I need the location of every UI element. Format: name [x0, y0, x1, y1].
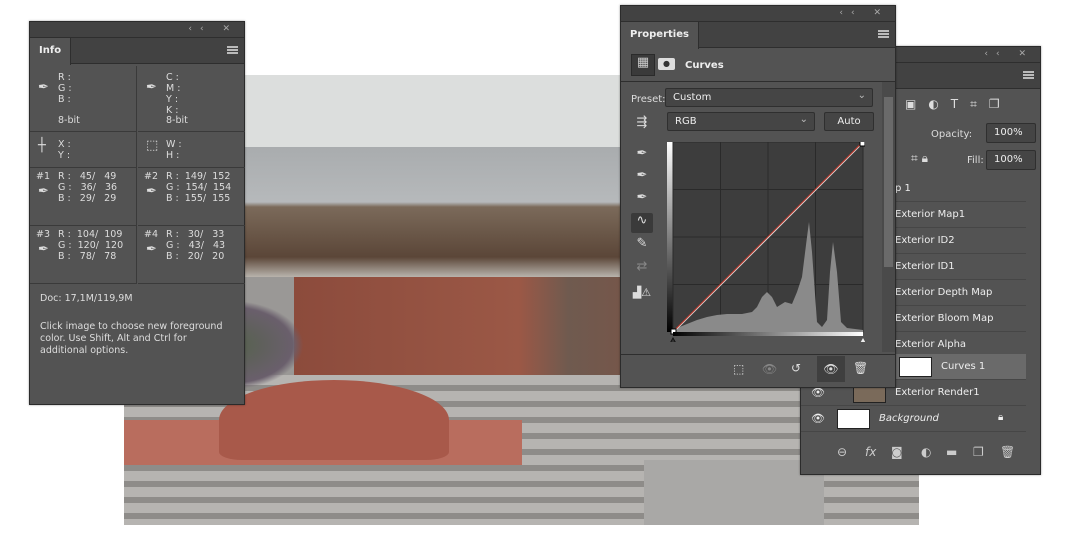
crosshair-icon[interactable]: ┼: [38, 139, 46, 152]
doc-size: Doc: 17,1M/119,9M: [40, 293, 133, 304]
cmyk-labels: C : M : Y : K :: [166, 72, 181, 116]
on-image-adjust-icon[interactable]: ⇶: [631, 115, 653, 135]
panel-menu-icon[interactable]: [1023, 71, 1034, 79]
bit-depth: 8-bit: [166, 115, 188, 126]
white-point-eyedropper-icon[interactable]: ✒: [631, 190, 653, 210]
xy-labels: X : Y :: [58, 139, 71, 161]
preset-label: Preset:: [631, 94, 666, 105]
scrollbar[interactable]: [882, 82, 895, 352]
lock-icon: 🔒︎: [998, 412, 1004, 423]
curve-points-icon[interactable]: ∿: [631, 213, 653, 233]
curves-graph[interactable]: [667, 142, 865, 342]
eye-icon[interactable]: 👁︎: [811, 412, 825, 425]
channel-dropdown[interactable]: RGB ⌄: [667, 112, 815, 131]
mask-icon[interactable]: ●: [658, 58, 675, 70]
sampler-id: #1: [36, 171, 51, 182]
bit-depth: 8-bit: [58, 115, 80, 126]
sampler-id: #4: [144, 229, 159, 240]
eyedropper-icon[interactable]: ✒: [38, 81, 49, 94]
curves-adjustment-icon[interactable]: ▦: [631, 54, 655, 76]
info-panel: ‹‹ ✕ Info ✒ R : G : B : 8-bit ✒ C : M : Y :…: [29, 21, 245, 405]
panel-menu-icon[interactable]: [227, 46, 238, 54]
smooth-icon[interactable]: ⇄: [631, 259, 653, 279]
adjustment-title: Curves: [685, 60, 724, 71]
rgb-labels: R : G : B :: [58, 72, 72, 105]
panel-titlebar[interactable]: ‹‹ ✕: [30, 22, 244, 38]
clipping-warning-icon[interactable]: ▟⚠: [631, 286, 653, 306]
layer-thumbnail: [837, 409, 870, 429]
view-previous-icon[interactable]: 👁︎: [762, 362, 777, 376]
eyedropper-icon[interactable]: ✒: [38, 185, 49, 198]
help-text: Click image to choose new foreground col…: [40, 321, 223, 356]
panel-menu-icon[interactable]: [878, 30, 889, 38]
collapse-close-icons[interactable]: ‹‹ ✕: [839, 8, 889, 18]
sampler-values: R : 45/ 49 G : 36/ 36 B : 29/ 29: [58, 171, 118, 204]
fill-field[interactable]: 100%: [986, 150, 1036, 170]
layer-row[interactable]: 👁︎ Background 🔒︎: [801, 406, 1026, 432]
preset-dropdown[interactable]: Custom ⌄: [665, 88, 873, 107]
sampler-id: #3: [36, 229, 51, 240]
sampler-values: R : 104/ 109 G : 120/ 120 B : 78/ 78: [58, 229, 124, 262]
eyedropper-icon[interactable]: ✒: [146, 81, 157, 94]
image-mound: [219, 380, 449, 460]
layer-thumbnail: [899, 357, 932, 377]
pencil-icon[interactable]: ✎: [631, 236, 653, 256]
auto-button[interactable]: Auto: [824, 112, 874, 131]
tab-properties[interactable]: Properties: [621, 22, 699, 49]
opacity-label: Opacity:: [931, 129, 973, 140]
sampler-id: #2: [144, 171, 159, 182]
new-layer-icon[interactable]: ❐: [973, 445, 984, 459]
mask-icon[interactable]: ◙: [891, 445, 903, 459]
sampler-values: R : 149/ 152 G : 154/ 154 B : 155/ 155: [166, 171, 232, 204]
visibility-eye-icon[interactable]: 👁︎: [817, 356, 845, 382]
sampler-values: R : 30/ 33 G : 43/ 43 B : 20/ 20: [166, 229, 226, 262]
layer-filter-icons[interactable]: ▣◐T⌗❐: [905, 97, 1012, 112]
wh-labels: W : H :: [166, 139, 182, 161]
link-icon[interactable]: ⊖: [837, 445, 847, 459]
eyedropper-icon[interactable]: ✒: [146, 243, 157, 256]
image-blocks: [644, 460, 824, 525]
clip-to-layer-icon[interactable]: ⬚: [733, 362, 744, 376]
trash-icon[interactable]: 🗑︎: [853, 361, 868, 375]
fill-label: Fill:: [967, 155, 984, 166]
black-point-eyedropper-icon[interactable]: ✒: [631, 146, 653, 166]
input-gradient: [673, 332, 863, 336]
tab-info[interactable]: Info: [30, 38, 72, 65]
trash-icon[interactable]: 🗑︎: [1000, 445, 1015, 459]
curve-point-white[interactable]: [859, 142, 865, 147]
collapse-close-icons[interactable]: ‹‹ ✕: [188, 24, 238, 34]
gray-point-eyedropper-icon[interactable]: ✒: [631, 168, 653, 188]
properties-panel: ‹‹ ✕ Properties ▦ ● Curves Preset: Custo…: [620, 5, 896, 388]
reset-icon[interactable]: ↺: [791, 361, 801, 375]
white-slider[interactable]: [858, 338, 865, 342]
fx-icon[interactable]: fx: [865, 445, 876, 459]
adjustment-icon[interactable]: ◐: [921, 445, 931, 459]
eyedropper-icon[interactable]: ✒: [146, 185, 157, 198]
opacity-field[interactable]: 100%: [986, 123, 1036, 143]
lock-icons[interactable]: ⌗ 🔒︎: [911, 151, 928, 166]
black-slider[interactable]: [668, 336, 678, 342]
selection-size-icon: ⬚: [146, 138, 159, 153]
panel-titlebar[interactable]: ‹‹ ✕: [621, 6, 895, 22]
output-gradient: [667, 142, 673, 332]
eyedropper-icon[interactable]: ✒: [38, 243, 49, 256]
collapse-close-icons[interactable]: ‹‹ ✕: [984, 49, 1034, 59]
folder-icon[interactable]: ▬: [946, 445, 957, 459]
